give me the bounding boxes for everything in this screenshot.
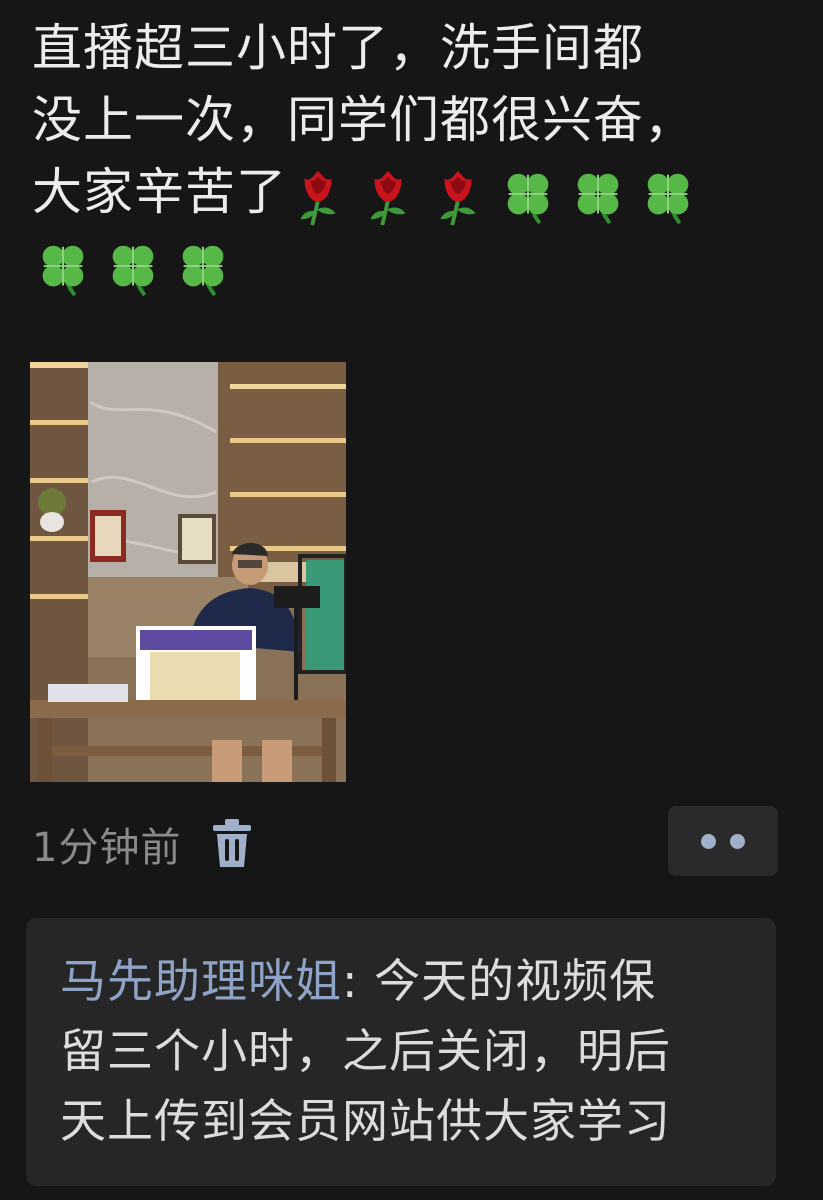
comment-line-1: 马先助理咪姐: 今天的视频保 <box>60 946 746 1016</box>
rose-emoji-icon <box>440 170 476 226</box>
trash-icon[interactable] <box>211 819 253 869</box>
post-text-line-4 <box>32 228 792 300</box>
comment-text-1: 今天的视频保 <box>374 954 657 1008</box>
comment-separator: : <box>342 954 375 1008</box>
four-leaf-clover-emoji-icon <box>647 173 689 224</box>
more-dot-icon <box>701 833 716 849</box>
rose-emoji-icon <box>370 170 406 226</box>
post-meta: 1分钟前 <box>32 812 253 876</box>
post-photo[interactable] <box>30 362 346 782</box>
comment-line-2: 留三个小时，之后关闭，明后 <box>60 1024 671 1078</box>
more-dot-icon <box>730 833 745 849</box>
four-leaf-clover-emoji-icon <box>42 245 84 296</box>
four-leaf-clover-emoji-icon <box>507 173 549 224</box>
comment-line-3: 天上传到会员网站供大家学习 <box>60 1094 671 1148</box>
four-leaf-clover-emoji-icon <box>182 245 224 296</box>
post-text: 直播超三小时了，洗手间都 没上一次，同学们都很兴奋， 大家辛苦了 <box>32 12 792 300</box>
post-text-line-3-words: 大家辛苦了 <box>32 163 287 221</box>
post-photo-image <box>30 362 346 782</box>
comment-box: 马先助理咪姐: 今天的视频保 留三个小时，之后关闭，明后 天上传到会员网站供大家… <box>26 918 776 1186</box>
post-text-line-3: 大家辛苦了 <box>32 156 792 228</box>
more-dots-button[interactable] <box>668 806 778 876</box>
emoji-row-1 <box>287 165 707 227</box>
rose-emoji-icon <box>300 170 336 226</box>
post-text-line-1: 直播超三小时了，洗手间都 <box>32 19 644 77</box>
four-leaf-clover-emoji-icon <box>112 245 154 296</box>
post-time: 1分钟前 <box>32 825 182 871</box>
four-leaf-clover-emoji-icon <box>577 173 619 224</box>
post-text-line-2: 没上一次，同学们都很兴奋， <box>32 91 695 149</box>
comment-author-link[interactable]: 马先助理咪姐 <box>60 954 342 1008</box>
emoji-row-2 <box>32 237 242 299</box>
